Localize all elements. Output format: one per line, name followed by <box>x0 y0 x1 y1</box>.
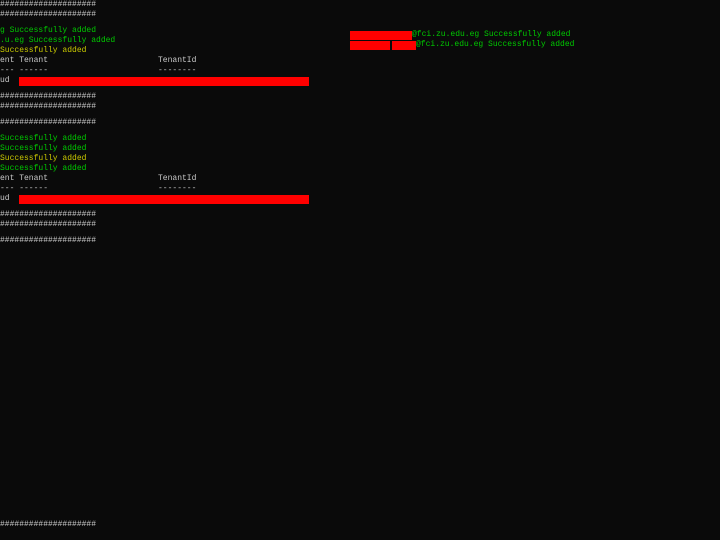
separator-line: #################### <box>0 236 720 246</box>
redacted-value <box>19 195 309 204</box>
output-line: Successfully added <box>0 154 720 164</box>
table-header-sep: --- ------ -------- <box>0 184 720 194</box>
separator-line: #################### <box>0 220 720 230</box>
status-text: g Successfully added <box>0 26 96 36</box>
redacted-value <box>350 41 390 50</box>
redacted-value <box>19 77 309 86</box>
status-text: Successfully added <box>0 164 86 174</box>
col-tenant: ent Tenant <box>0 174 158 184</box>
output-line: @fci.zu.edu.eg Successfully added <box>350 30 574 40</box>
status-text: Successfully added <box>0 154 86 164</box>
col-tenantid: TenantId <box>158 174 196 184</box>
col-sep: -------- <box>158 66 196 76</box>
table-header: ent Tenant TenantId <box>0 56 720 66</box>
output-line: Successfully added <box>0 144 720 154</box>
status-text: Successfully added <box>0 46 86 56</box>
table-row: ud <box>0 194 720 204</box>
status-text: .u.eg Successfully added <box>0 36 115 46</box>
output-line: Successfully added <box>0 164 720 174</box>
table-header-sep: --- ------ -------- <box>0 66 720 76</box>
status-text: Successfully added <box>0 134 86 144</box>
separator-line: #################### <box>0 210 720 220</box>
separator-line: #################### <box>0 10 720 20</box>
status-text: Successfully added <box>0 144 86 154</box>
col-sep: --- ------ <box>0 66 158 76</box>
separator-line: #################### <box>0 520 96 530</box>
table-row: ud <box>0 76 720 86</box>
separator-line: #################### <box>0 102 720 112</box>
terminal-window[interactable]: #################### ###################… <box>0 0 720 540</box>
separator-line: #################### <box>0 92 720 102</box>
output-line: Successfully added <box>0 134 720 144</box>
redacted-value <box>392 41 416 50</box>
col-tenant: ent Tenant <box>0 56 158 66</box>
col-tenantid: TenantId <box>158 56 196 66</box>
row-prefix: ud <box>0 194 19 204</box>
output-line: @fci.zu.edu.eg Successfully added <box>350 40 574 50</box>
col-sep: -------- <box>158 184 196 194</box>
status-text: @fci.zu.edu.eg Successfully added <box>412 30 570 40</box>
separator-line: #################### <box>0 0 720 10</box>
redacted-value <box>350 31 412 40</box>
right-column: @fci.zu.edu.eg Successfully added @fci.z… <box>350 30 574 50</box>
col-sep: --- ------ <box>0 184 158 194</box>
separator-line: #################### <box>0 118 720 128</box>
row-prefix: ud <box>0 76 19 86</box>
table-header: ent Tenant TenantId <box>0 174 720 184</box>
status-text: @fci.zu.edu.eg Successfully added <box>416 40 574 50</box>
